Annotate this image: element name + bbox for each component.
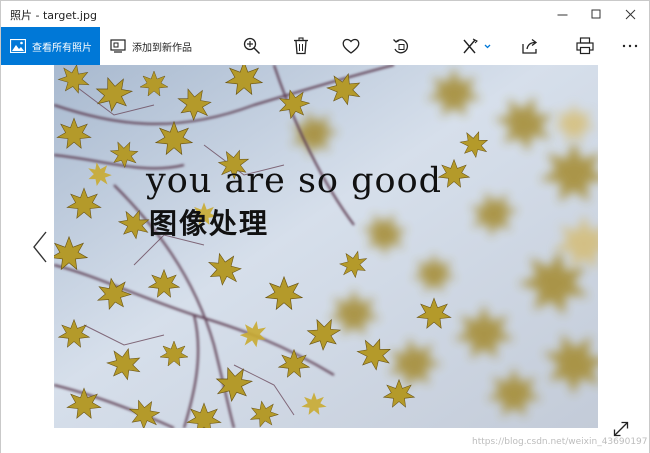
chevron-left-icon	[33, 231, 47, 263]
photos-app-window: 照片 - target.jpg 查看所有照片 添加到新作品 you are so…	[0, 0, 650, 453]
title-bar[interactable]: 照片 - target.jpg	[1, 1, 649, 27]
maple-leaves-image	[54, 65, 598, 428]
share-icon	[522, 38, 538, 54]
maximize-button[interactable]	[579, 1, 614, 27]
rotate-button[interactable]	[386, 27, 416, 65]
minimize-icon	[557, 14, 568, 15]
favorite-button[interactable]	[336, 27, 366, 65]
zoom-in-icon	[243, 37, 261, 55]
share-button[interactable]	[515, 27, 545, 65]
close-button[interactable]	[613, 1, 648, 27]
minimize-button[interactable]	[545, 1, 580, 27]
toolbar: 查看所有照片 添加到新作品	[1, 27, 649, 65]
window-title: 照片 - target.jpg	[10, 9, 97, 22]
print-icon	[576, 37, 594, 55]
edit-draw-icon	[463, 38, 491, 54]
print-button[interactable]	[570, 27, 600, 65]
add-creation-icon	[110, 39, 126, 53]
overlay-text-chinese: 图像处理	[149, 207, 270, 240]
favorite-heart-icon	[342, 38, 360, 54]
maximize-icon	[591, 9, 601, 18]
delete-button[interactable]	[286, 27, 316, 65]
add-to-new-creation-label: 添加到新作品	[132, 42, 192, 54]
more-options-button[interactable]	[615, 27, 645, 65]
edit-draw-button[interactable]	[458, 27, 494, 65]
overlay-text-english: you are so good	[146, 161, 443, 201]
delete-icon	[294, 37, 308, 55]
add-to-new-creation-button[interactable]: 添加到新作品	[106, 27, 192, 65]
previous-photo-button[interactable]	[27, 228, 53, 266]
watermark-url: https://blog.csdn.net/weixin_43690197	[472, 437, 648, 447]
rotate-icon	[393, 39, 408, 54]
view-all-photos-button[interactable]: 查看所有照片	[1, 27, 100, 65]
zoom-in-button[interactable]	[237, 27, 267, 65]
close-icon	[625, 9, 636, 19]
view-all-photos-label: 查看所有照片	[32, 42, 92, 54]
expand-icon	[613, 421, 629, 437]
more-icon	[622, 44, 638, 48]
photo-viewer[interactable]: you are so good 图像处理 https://blog.csdn.n…	[1, 65, 649, 453]
displayed-photo: you are so good 图像处理	[54, 65, 598, 428]
photo-gallery-icon	[10, 39, 26, 53]
